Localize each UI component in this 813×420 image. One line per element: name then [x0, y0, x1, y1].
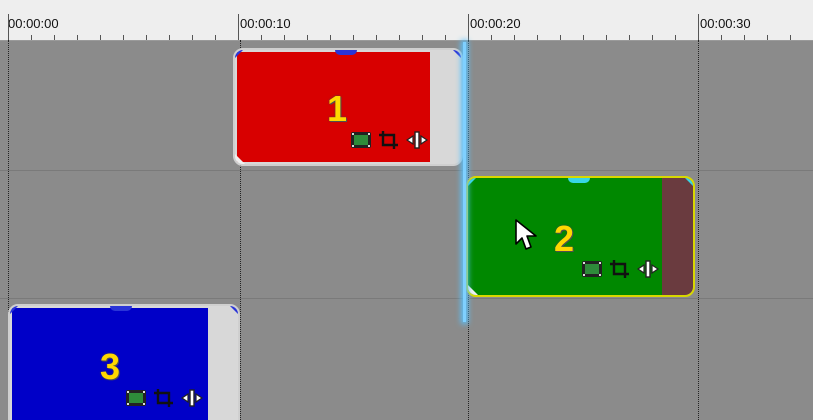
- track-separator: [0, 298, 813, 299]
- ruler-tick: [31, 35, 32, 40]
- film-icon[interactable]: [350, 130, 372, 150]
- crop-icon[interactable]: [378, 130, 400, 150]
- clip-fade-handle[interactable]: [568, 178, 590, 183]
- timestamp-0: 00:00:00: [8, 16, 59, 31]
- crop-icon[interactable]: [153, 388, 175, 408]
- clip-1[interactable]: 1: [233, 48, 463, 166]
- ruler-tick: [514, 35, 515, 40]
- clip-corner-marker: [453, 50, 461, 58]
- film-icon[interactable]: [125, 388, 147, 408]
- clip-number: 3: [100, 346, 121, 387]
- clip-icon-row: [125, 388, 203, 408]
- clip-corner-marker: [235, 50, 243, 58]
- ruler-tick: [238, 14, 239, 40]
- track-separator: [0, 170, 813, 171]
- ruler-tick: [629, 35, 630, 40]
- ruler-tick: [376, 35, 377, 40]
- clip-corner-marker: [230, 306, 238, 314]
- ruler-tick: [215, 35, 216, 40]
- mouse-pointer-icon: [514, 218, 540, 257]
- ruler-tick: [744, 35, 745, 40]
- time-ruler[interactable]: 00:00:00 00:00:10 00:00:20 00:00:30: [0, 0, 813, 41]
- ruler-tick: [284, 35, 285, 40]
- film-icon[interactable]: [581, 259, 603, 279]
- split-icon[interactable]: [406, 130, 428, 150]
- ruler-tick: [698, 14, 699, 40]
- ruler-tick: [767, 35, 768, 40]
- ruler-tick: [192, 35, 193, 40]
- ruler-tick: [468, 14, 469, 40]
- clip-number: 2: [554, 218, 575, 259]
- ruler-tick: [100, 35, 101, 40]
- ruler-tick: [491, 35, 492, 40]
- ruler-tick: [790, 35, 791, 40]
- clip-corner-marker: [685, 178, 693, 186]
- ruler-tick: [8, 14, 9, 40]
- clip-fade-handle[interactable]: [335, 50, 357, 55]
- ruler-tick: [537, 35, 538, 40]
- split-icon[interactable]: [637, 259, 659, 279]
- ruler-tick: [261, 35, 262, 40]
- playhead-cursor[interactable]: [463, 42, 466, 322]
- ruler-tick: [307, 35, 308, 40]
- timestamp-20: 00:00:20: [470, 16, 521, 31]
- ruler-tick: [399, 35, 400, 40]
- clip-2[interactable]: 2: [466, 176, 695, 297]
- ruler-tick: [77, 35, 78, 40]
- clip-3[interactable]: 3: [8, 304, 240, 420]
- clip-icon-row: [581, 259, 659, 279]
- clip-number: 1: [327, 88, 348, 129]
- timestamp-30: 00:00:30: [700, 16, 751, 31]
- clip-corner-marker: [468, 178, 476, 186]
- clip-corner-marker: [468, 285, 478, 295]
- ruler-tick: [652, 35, 653, 40]
- grid-line: [698, 40, 699, 420]
- crop-icon[interactable]: [609, 259, 631, 279]
- ruler-tick: [422, 35, 423, 40]
- ruler-tick: [330, 35, 331, 40]
- timestamp-10: 00:00:10: [240, 16, 291, 31]
- ruler-tick: [675, 35, 676, 40]
- clip-corner-marker: [235, 154, 245, 164]
- clip-fade-handle[interactable]: [110, 306, 132, 311]
- split-icon[interactable]: [181, 388, 203, 408]
- ruler-tick: [560, 35, 561, 40]
- clip-tail: [662, 178, 693, 295]
- ruler-tick: [583, 35, 584, 40]
- ruler-tick: [353, 35, 354, 40]
- timeline-editor: 00:00:00 00:00:10 00:00:20 00:00:30 1 2 …: [0, 0, 813, 420]
- clip-corner-marker: [10, 306, 18, 314]
- ruler-tick: [445, 35, 446, 40]
- ruler-tick: [721, 35, 722, 40]
- clip-icon-row: [350, 130, 428, 150]
- ruler-tick: [54, 35, 55, 40]
- ruler-tick: [123, 35, 124, 40]
- ruler-tick: [169, 35, 170, 40]
- ruler-tick: [146, 35, 147, 40]
- ruler-tick: [606, 35, 607, 40]
